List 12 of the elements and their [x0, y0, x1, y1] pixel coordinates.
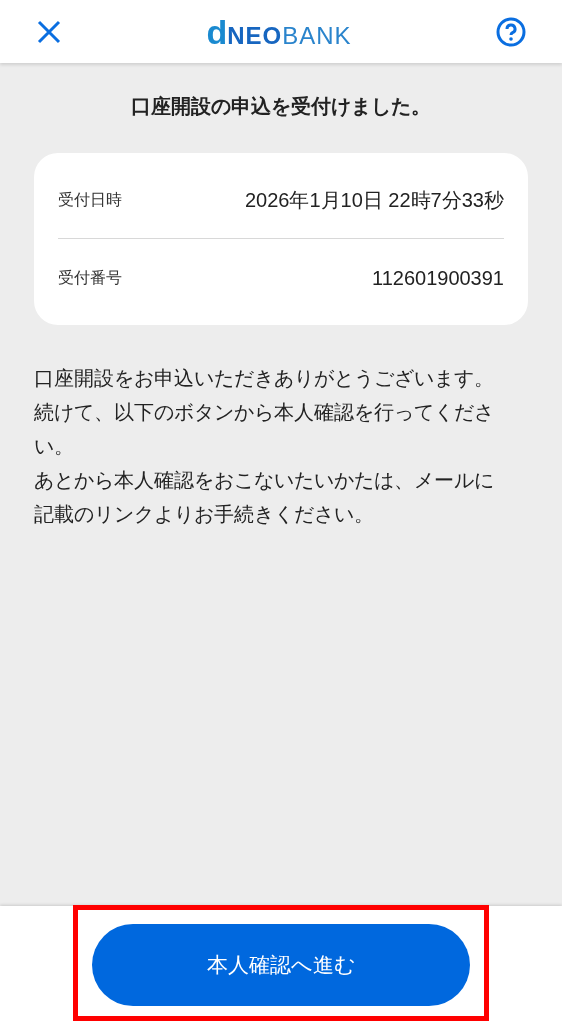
detail-value: 2026年1月10日 22時7分33秒: [244, 187, 504, 213]
page-title: 口座開設の申込を受付けました。: [131, 94, 431, 119]
message-text: 続けて、以下のボタンから本人確認を行ってください。: [34, 400, 495, 459]
proceed-button[interactable]: 本人確認へ進む: [92, 924, 470, 1006]
detail-label: 受付日時: [58, 189, 122, 210]
logo: dNEOBANK: [206, 14, 352, 49]
message-text: あとから本人確認をおこないたいかたは、メールに記載のリンクよりお手続きください。: [34, 468, 495, 527]
close-icon[interactable]: [36, 18, 62, 45]
detail-label: 受付番号: [58, 268, 122, 288]
help-icon[interactable]: [496, 16, 526, 47]
detail-value: 112601900391: [372, 266, 504, 291]
message-text: 口座開設をお申込いただきありがとうございます。: [34, 366, 495, 391]
